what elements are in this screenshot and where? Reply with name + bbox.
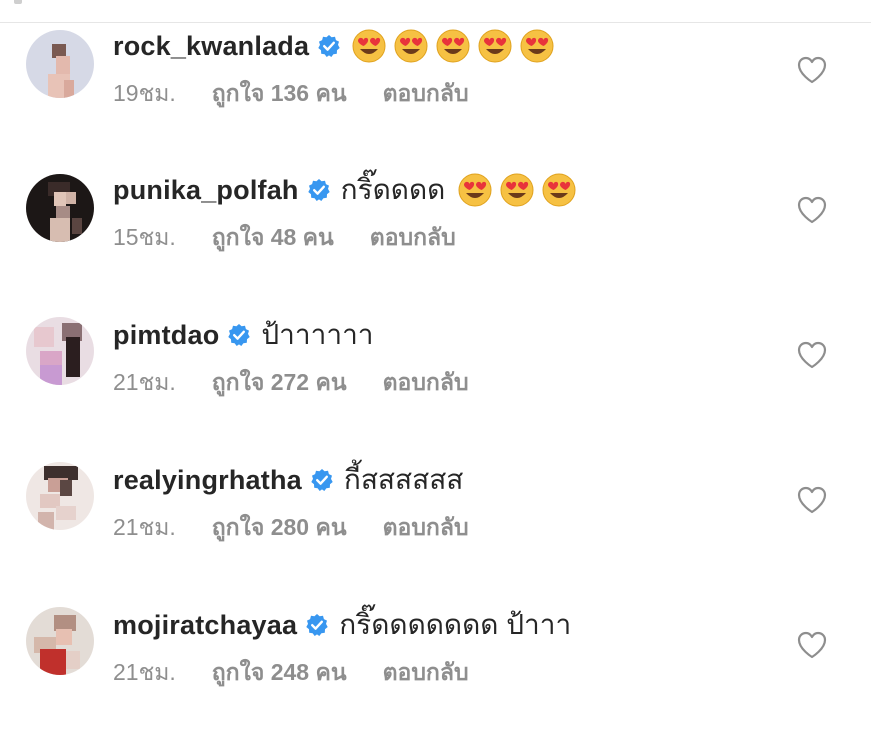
comment-time: 15ชม. [113, 224, 176, 250]
comment-text: กริ๊ดดดด [340, 174, 446, 205]
comment-line: realyingrhatha กี้สสสสสส [113, 460, 463, 500]
reply-button[interactable]: ตอบกลับ [383, 655, 469, 691]
heart-eyes-emoji [435, 28, 471, 64]
comment-item: pimtdao ป้าาาาาา 21ชม. ถูกใจ 272 คน ตอบก… [0, 315, 871, 435]
heart-eyes-emoji [477, 28, 513, 64]
heart-eyes-emoji [499, 172, 535, 208]
comment-item: mojiratchayaa กริ๊ดดดดดดด ป้าาา 21ชม. ถู… [0, 605, 871, 725]
reply-button[interactable]: ตอบกลับ [370, 220, 456, 256]
heart-outline-icon[interactable] [797, 341, 827, 369]
heart-eyes-emoji [351, 28, 387, 64]
comment-line: rock_kwanlada [113, 26, 555, 66]
heart-outline-icon[interactable] [797, 486, 827, 514]
comment-time: 21ชม. [113, 659, 176, 685]
reply-button[interactable]: ตอบกลับ [383, 365, 469, 401]
comment-meta: 21ชม. ถูกใจ 248 คน ตอบกลับ [113, 655, 469, 691]
comment-line: pimtdao ป้าาาาาา [113, 315, 374, 355]
comment-text: กริ๊ดดดดดดด ป้าาา [339, 609, 572, 640]
verified-badge-icon [305, 613, 329, 637]
comment-item: punika_polfah กริ๊ดดดด 15ชม. ถูกใจ 48 คน… [0, 170, 871, 290]
username[interactable]: pimtdao [113, 320, 219, 351]
likes-count[interactable]: ถูกใจ 136 คน [212, 76, 347, 112]
comment-time: 21ชม. [113, 369, 176, 395]
avatar[interactable] [26, 462, 94, 530]
heart-outline-icon[interactable] [797, 56, 827, 84]
likes-count[interactable]: ถูกใจ 48 คน [212, 220, 334, 256]
top-edge-mark [14, 0, 22, 4]
comment-time: 21ชม. [113, 514, 176, 540]
comment-line: mojiratchayaa กริ๊ดดดดดดด ป้าาา [113, 605, 571, 645]
reply-button[interactable]: ตอบกลับ [383, 510, 469, 546]
verified-badge-icon [317, 34, 341, 58]
heart-outline-icon[interactable] [797, 631, 827, 659]
comment-meta: 21ชม. ถูกใจ 280 คน ตอบกลับ [113, 510, 469, 546]
avatar[interactable] [26, 607, 94, 675]
comment-meta: 15ชม. ถูกใจ 48 คน ตอบกลับ [113, 220, 456, 256]
comment-item: realyingrhatha กี้สสสสสส 21ชม. ถูกใจ 280… [0, 460, 871, 580]
heart-outline-icon[interactable] [797, 196, 827, 224]
username[interactable]: realyingrhatha [113, 465, 302, 496]
reply-button[interactable]: ตอบกลับ [383, 76, 469, 112]
username[interactable]: punika_polfah [113, 175, 299, 206]
emoji-row [351, 28, 555, 64]
verified-badge-icon [227, 323, 251, 347]
likes-count[interactable]: ถูกใจ 248 คน [212, 655, 347, 691]
heart-eyes-emoji [393, 28, 429, 64]
avatar[interactable] [26, 30, 94, 98]
username[interactable]: rock_kwanlada [113, 31, 309, 62]
likes-count[interactable]: ถูกใจ 272 คน [212, 365, 347, 401]
top-divider [0, 22, 871, 23]
comment-text: กี้สสสสสส [343, 464, 464, 495]
heart-eyes-emoji [541, 172, 577, 208]
comment-text: ป้าาาาาา [261, 319, 374, 350]
comment-meta: 19ชม. ถูกใจ 136 คน ตอบกลับ [113, 76, 469, 112]
heart-eyes-emoji [519, 28, 555, 64]
comment-meta: 21ชม. ถูกใจ 272 คน ตอบกลับ [113, 365, 469, 401]
likes-count[interactable]: ถูกใจ 280 คน [212, 510, 347, 546]
emoji-row [457, 172, 577, 208]
username[interactable]: mojiratchayaa [113, 610, 297, 641]
verified-badge-icon [310, 468, 334, 492]
verified-badge-icon [307, 178, 331, 202]
avatar[interactable] [26, 174, 94, 242]
comment-time: 19ชม. [113, 80, 176, 106]
heart-eyes-emoji [457, 172, 493, 208]
comment-line: punika_polfah กริ๊ดดดด [113, 170, 577, 210]
comment-item: rock_kwanlada 19ชม. ถูกใจ 136 คน ตอบกลับ [0, 26, 871, 146]
avatar[interactable] [26, 317, 94, 385]
